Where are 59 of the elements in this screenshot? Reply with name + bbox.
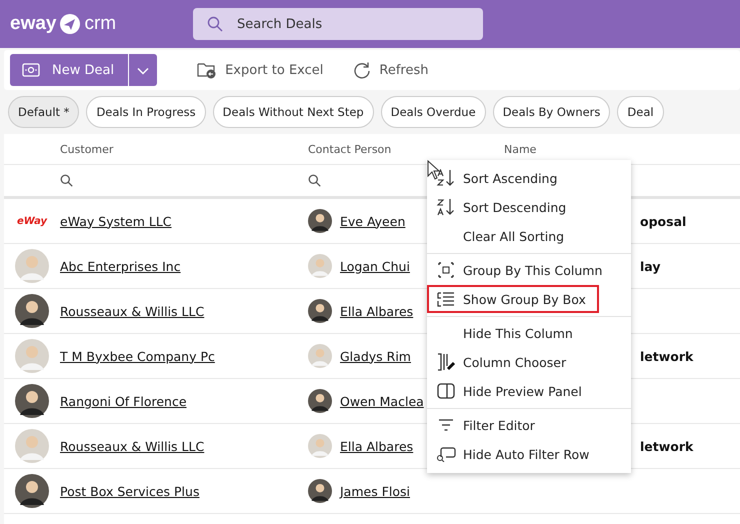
customer-link[interactable]: Post Box Services Plus — [60, 484, 200, 498]
deal-name: lay — [640, 258, 660, 274]
export-button[interactable]: Export to Excel — [191, 60, 330, 80]
menu-item[interactable]: Sort Descending — [427, 193, 631, 221]
customer-link[interactable]: Rangoni Of Florence — [60, 394, 187, 408]
view-tab[interactable]: Default * — [8, 96, 80, 128]
column-chooser-icon — [437, 353, 455, 371]
filter-icon — [438, 419, 454, 431]
customer-link[interactable]: T M Byxbee Company Pc — [60, 348, 215, 364]
chevron-down-icon — [137, 66, 150, 74]
deal-name: letwork — [640, 348, 694, 364]
logo-text: eway — [10, 13, 56, 35]
view-tab[interactable]: Deals In Progress — [86, 96, 206, 128]
contact-link[interactable]: James Flosi — [340, 484, 410, 498]
deal-name: letwork — [640, 438, 694, 454]
search-icon — [308, 174, 321, 187]
new-deal-button[interactable]: New Deal — [10, 54, 128, 86]
panel-icon — [437, 383, 455, 399]
logo-icon — [59, 13, 82, 35]
menu-item[interactable]: Hide Auto Filter Row — [427, 440, 631, 468]
contact-link[interactable]: Ella Albares — [340, 438, 414, 454]
view-tab[interactable]: Deals Without Next Step — [212, 96, 374, 128]
view-tab[interactable]: Deal — [617, 96, 664, 128]
sort-descending-icon — [436, 198, 456, 216]
money-icon — [22, 63, 40, 77]
search-field[interactable]: Search Deals — [193, 8, 483, 40]
menu-item[interactable]: Filter Editor — [427, 411, 631, 439]
view-tab[interactable]: Deals Overdue — [380, 96, 486, 128]
view-tab[interactable]: Deals By Owners — [492, 96, 610, 128]
filter-row-icon — [436, 446, 456, 462]
column-header[interactable]: Contact Person — [308, 142, 504, 156]
menu-item[interactable]: Hide This Column — [427, 319, 631, 347]
logo-text: crm — [84, 13, 116, 35]
group-icon — [438, 262, 454, 278]
contact-link[interactable]: Ella Albares — [340, 304, 414, 318]
contact-link[interactable]: Eve Ayeen — [340, 214, 406, 228]
customer-link[interactable]: Rousseaux & Willis LLC — [60, 438, 204, 454]
deal-name: oposal — [640, 214, 686, 228]
menu-item[interactable]: Column Chooser — [427, 348, 631, 376]
refresh-button[interactable]: Refresh — [347, 60, 434, 80]
contact-link[interactable]: Logan Chui — [340, 258, 410, 274]
column-header[interactable]: Customer — [60, 142, 308, 156]
menu-item[interactable]: Group By This Column — [427, 256, 631, 284]
contact-link[interactable]: Gladys Rim — [340, 348, 411, 364]
customer-link[interactable]: Rousseaux & Willis LLC — [60, 304, 204, 318]
menu-item[interactable]: Clear All Sorting — [427, 222, 631, 250]
menu-item[interactable]: Hide Preview Panel — [427, 377, 631, 405]
dropdown-button[interactable] — [129, 54, 158, 86]
customer-link[interactable]: eWay System LLC — [60, 214, 172, 228]
sort-ascending-icon — [436, 169, 456, 187]
contact-link[interactable]: Owen Maclea — [340, 394, 424, 408]
customer-link[interactable]: Abc Enterprises Inc — [60, 258, 181, 274]
refresh-icon — [353, 61, 372, 79]
list-icon — [437, 291, 455, 307]
company-logo: eWay — [16, 216, 48, 226]
search-icon — [60, 174, 73, 187]
menu-item[interactable]: Show Group By Box — [427, 285, 599, 313]
folder-icon — [197, 61, 218, 79]
column-header[interactable]: Name — [504, 142, 740, 156]
